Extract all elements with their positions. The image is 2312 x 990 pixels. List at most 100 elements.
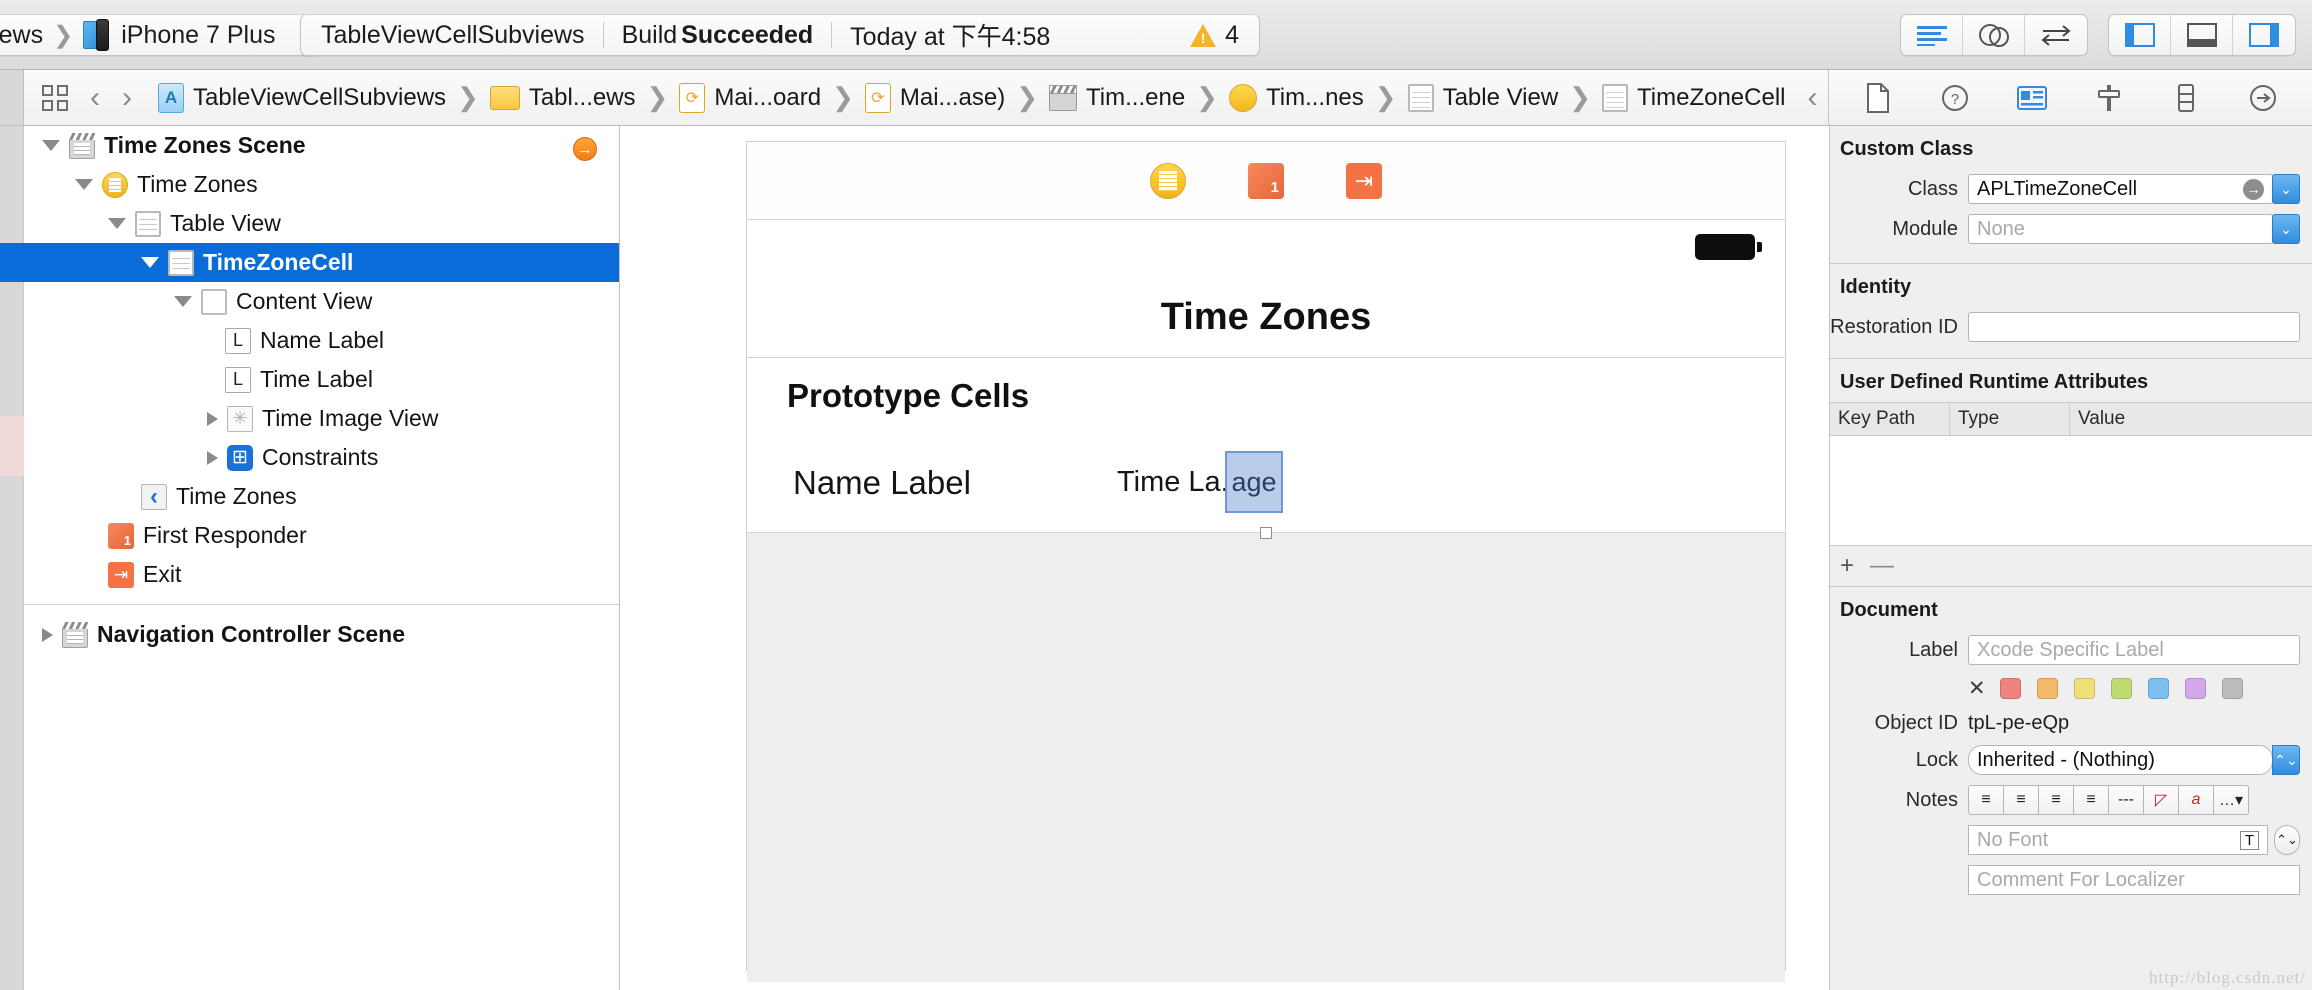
outline-row-time-label[interactable]: Time Label bbox=[0, 360, 619, 399]
disclosure-triangle[interactable] bbox=[42, 140, 60, 151]
warning-badge[interactable]: 4 bbox=[1190, 21, 1239, 50]
file-inspector-tab[interactable] bbox=[1855, 80, 1901, 116]
exit-icon[interactable] bbox=[1346, 162, 1382, 199]
outline-row-time-image-view[interactable]: Time Image View bbox=[0, 399, 619, 438]
dashes-icon[interactable]: --- bbox=[2108, 785, 2144, 815]
interface-builder-canvas[interactable]: Time Zones Prototype Cells Name Label Ti… bbox=[621, 126, 1828, 990]
outline-row-navigation-controller-scene[interactable]: Navigation Controller Scene bbox=[0, 615, 619, 654]
view-controller-icon[interactable] bbox=[1150, 162, 1186, 199]
column-type[interactable]: Type bbox=[1950, 403, 2070, 435]
comment-input[interactable]: Comment For Localizer bbox=[1968, 865, 2300, 895]
outline-row-constraints[interactable]: Constraints bbox=[0, 438, 619, 477]
resize-handle[interactable] bbox=[1260, 527, 1272, 539]
color-swatch-red[interactable] bbox=[1999, 678, 2021, 699]
color-swatch-yellow[interactable] bbox=[2073, 678, 2095, 699]
folder-icon bbox=[489, 85, 520, 110]
lock-select[interactable]: Inherited - (Nothing) bbox=[1968, 745, 2273, 775]
breadcrumb-item-view-controller[interactable]: Tim...nes bbox=[1228, 83, 1364, 112]
connections-inspector-tab[interactable] bbox=[2240, 80, 2286, 116]
breadcrumb-item-storyboard[interactable]: Mai...oard bbox=[679, 82, 821, 113]
clear-color-icon[interactable]: ✕ bbox=[1968, 676, 1986, 701]
toggle-utilities-button[interactable] bbox=[2233, 15, 2295, 55]
color-swatch-blue[interactable] bbox=[2147, 678, 2169, 699]
breadcrumb-item-project[interactable]: TableViewCellSubviews bbox=[158, 82, 446, 113]
outline-row-time-zones[interactable]: Time Zones bbox=[0, 165, 619, 204]
attributes-inspector-tab[interactable] bbox=[2086, 80, 2132, 116]
outline-row-back-item[interactable]: Time Zones bbox=[0, 477, 619, 516]
outline-row-content-view[interactable]: Content View bbox=[0, 282, 619, 321]
document-label-input[interactable]: Xcode Specific Label bbox=[1968, 635, 2300, 665]
standard-editor-button[interactable] bbox=[1901, 15, 1963, 55]
align-justify-icon[interactable]: ≡ bbox=[2073, 785, 2109, 815]
navigation-bar[interactable]: Time Zones bbox=[747, 278, 1785, 358]
outline-row-time-zones-scene[interactable]: Time Zones Scene bbox=[0, 126, 619, 165]
disclosure-triangle[interactable] bbox=[207, 411, 218, 426]
remove-attribute-button[interactable]: — bbox=[1870, 552, 1894, 580]
disclosure-triangle[interactable] bbox=[42, 627, 53, 642]
first-responder-icon[interactable] bbox=[1248, 162, 1284, 199]
disclosure-triangle[interactable] bbox=[108, 218, 126, 229]
font-stepper-icon[interactable]: ⌃⌄ bbox=[2274, 825, 2300, 855]
breadcrumb-item-storyboard-base[interactable]: Mai...ase) bbox=[864, 82, 1005, 113]
outline-row-timezonecell[interactable]: TimeZoneCell bbox=[0, 243, 619, 282]
version-editor-button[interactable] bbox=[2025, 15, 2087, 55]
font-input[interactable]: No Font T bbox=[1968, 825, 2268, 855]
color-swatch-green[interactable] bbox=[2110, 678, 2132, 699]
lock-stepper-icon[interactable]: ⌃⌄ bbox=[2272, 745, 2300, 775]
breadcrumb-item-scene[interactable]: Tim...ene bbox=[1049, 84, 1185, 112]
restoration-id-input[interactable] bbox=[1968, 312, 2300, 342]
go-back-icon[interactable]: ‹ bbox=[90, 82, 100, 113]
previous-issue-icon[interactable]: ‹ bbox=[1808, 82, 1818, 113]
toggle-debug-area-button[interactable] bbox=[2171, 15, 2233, 55]
quick-help-tab[interactable]: ? bbox=[1932, 80, 1978, 116]
align-right-icon[interactable]: ≡ bbox=[2038, 785, 2074, 815]
prototype-cell[interactable]: Name Label Time La... age bbox=[747, 433, 1785, 539]
scheme-selector[interactable]: wCellSubviews ❯ iPhone 7 Plus bbox=[0, 14, 320, 56]
time-image-view[interactable]: age bbox=[1225, 451, 1283, 513]
scene-device-frame[interactable]: Time Zones Prototype Cells Name Label Ti… bbox=[746, 141, 1786, 982]
column-value[interactable]: Value bbox=[2070, 403, 2312, 435]
scene-icon bbox=[69, 132, 95, 159]
add-attribute-button[interactable]: + bbox=[1840, 552, 1854, 580]
color-swatch-purple[interactable] bbox=[2184, 678, 2206, 699]
quick-help-icon: ? bbox=[1941, 84, 1968, 111]
no-color-icon[interactable]: ◸ bbox=[2143, 785, 2179, 815]
class-dropdown-button[interactable]: ⌄ bbox=[2272, 174, 2300, 204]
font-panel-icon[interactable]: T bbox=[2239, 830, 2259, 850]
outline-row-first-responder[interactable]: First Responder bbox=[0, 516, 619, 555]
breadcrumb-item-folder[interactable]: Tabl...ews bbox=[489, 84, 636, 112]
document-outline[interactable]: Time Zones Scene Time Zones Table View T… bbox=[0, 126, 620, 990]
runtime-attributes-table-body[interactable] bbox=[1830, 436, 2312, 546]
related-items-icon[interactable] bbox=[42, 84, 68, 111]
assistant-editor-button[interactable] bbox=[1963, 15, 2025, 55]
status-divider bbox=[602, 22, 604, 48]
column-key-path[interactable]: Key Path bbox=[1830, 403, 1950, 435]
name-label[interactable]: Name Label bbox=[793, 464, 971, 502]
disclosure-triangle[interactable] bbox=[207, 450, 218, 465]
color-swatch-gray[interactable] bbox=[2221, 678, 2243, 699]
size-inspector-tab[interactable] bbox=[2163, 80, 2209, 116]
module-dropdown-button[interactable]: ⌄ bbox=[2272, 214, 2300, 244]
disclosure-triangle[interactable] bbox=[75, 179, 93, 190]
identity-inspector[interactable]: Custom Class Class APLTimeZoneCell → ⌄ M… bbox=[1829, 126, 2312, 990]
class-input[interactable]: APLTimeZoneCell → bbox=[1968, 174, 2273, 204]
disclosure-triangle[interactable] bbox=[174, 296, 192, 307]
jump-to-definition-icon[interactable]: → bbox=[2243, 178, 2264, 200]
prototype-cells-label: Prototype Cells bbox=[787, 376, 1030, 414]
no-font-icon[interactable]: a bbox=[2178, 785, 2214, 815]
color-swatch-orange[interactable] bbox=[2036, 678, 2058, 699]
outline-row-name-label[interactable]: Name Label bbox=[0, 321, 619, 360]
align-left-icon[interactable]: ≡ bbox=[1968, 785, 2004, 815]
breadcrumb-item-table-view[interactable]: Table View bbox=[1407, 83, 1558, 112]
module-input[interactable]: None bbox=[1968, 214, 2273, 244]
identity-inspector-tab[interactable] bbox=[2009, 80, 2055, 116]
disclosure-triangle[interactable] bbox=[141, 257, 159, 268]
go-forward-icon[interactable]: › bbox=[122, 82, 132, 113]
outline-row-table-view[interactable]: Table View bbox=[0, 204, 619, 243]
breadcrumb-item-table-cell[interactable]: TimeZoneCell bbox=[1602, 83, 1786, 112]
toggle-navigator-button[interactable] bbox=[2109, 15, 2171, 55]
scene-focus-button[interactable] bbox=[573, 137, 597, 161]
outline-row-exit[interactable]: Exit bbox=[0, 555, 619, 594]
more-icon[interactable]: …▾ bbox=[2213, 785, 2249, 815]
align-center-icon[interactable]: ≡ bbox=[2003, 785, 2039, 815]
